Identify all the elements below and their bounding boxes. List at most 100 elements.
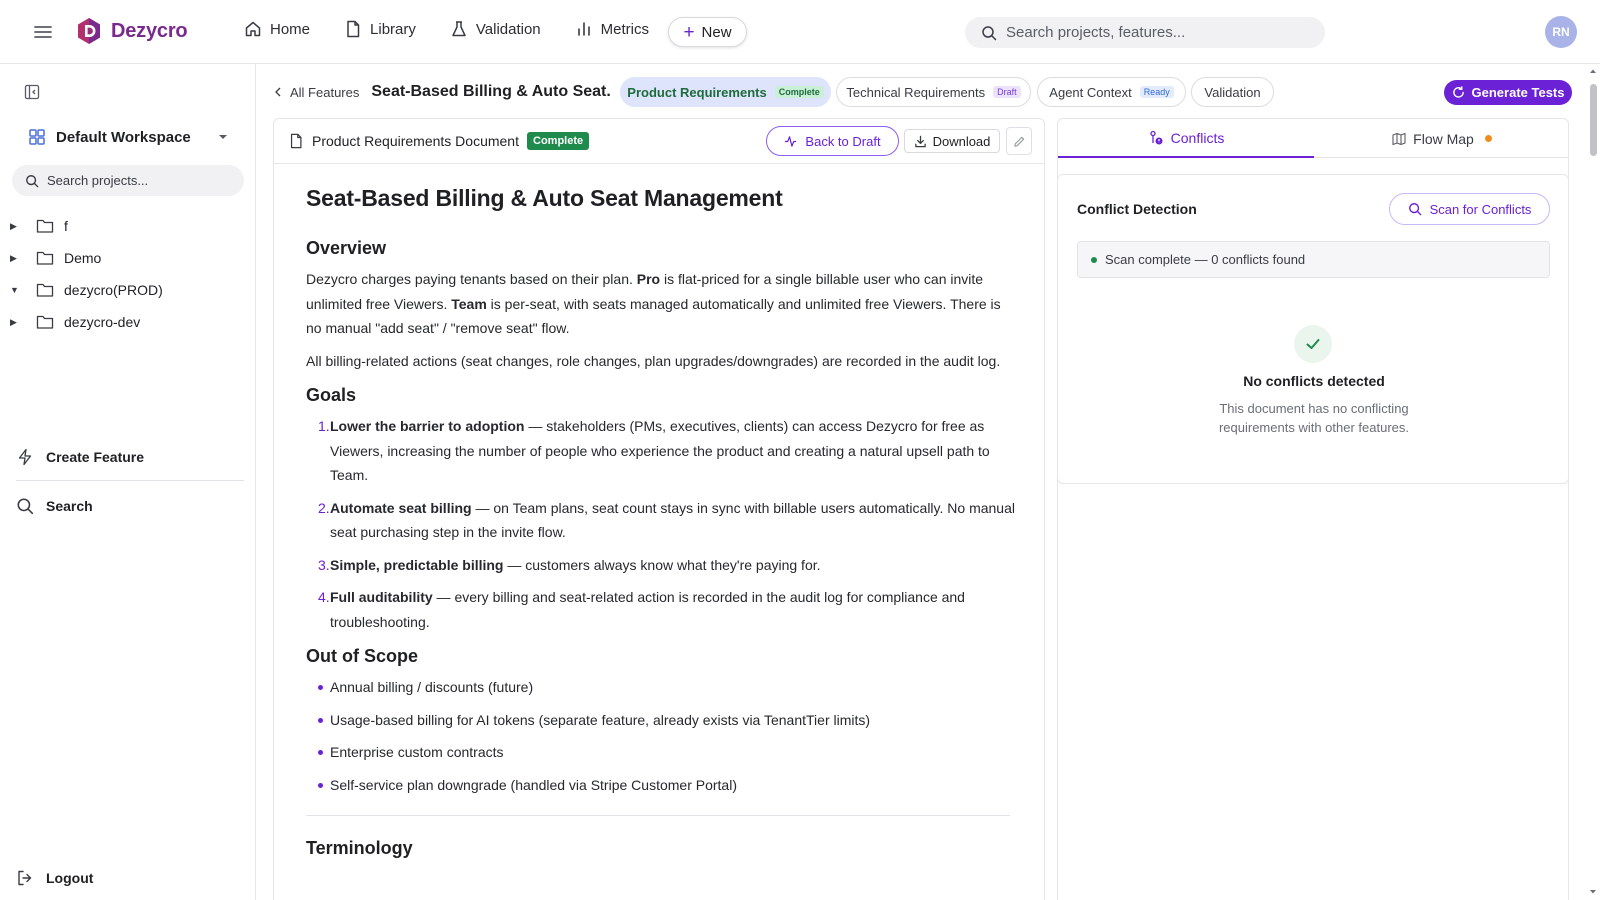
generate-tests-label: Generate Tests xyxy=(1471,85,1565,100)
project-item[interactable]: ▶ Demo xyxy=(8,242,248,274)
status-badge: Draft xyxy=(993,86,1021,98)
grid-icon xyxy=(29,129,45,145)
search-icon xyxy=(1408,203,1421,216)
search-icon xyxy=(982,25,997,40)
goal-text: — customers always know what they're pay… xyxy=(503,556,821,573)
status-badge: Ready xyxy=(1139,86,1174,98)
download-label: Download xyxy=(932,133,991,149)
list-number: 1. xyxy=(318,418,330,434)
conflict-detection-title: Conflict Detection xyxy=(1077,201,1197,217)
dezycro-logo-icon xyxy=(78,18,100,44)
bar-chart-icon xyxy=(577,22,590,36)
caret-right-icon[interactable]: ▶ xyxy=(10,253,20,264)
tab-agent-context[interactable]: Agent Context Ready xyxy=(1037,77,1186,107)
global-search-input[interactable] xyxy=(1006,24,1306,41)
sidebar-search-button[interactable]: Search xyxy=(16,497,93,515)
download-button[interactable]: Download xyxy=(904,129,1000,153)
list-number: 3. xyxy=(318,556,330,573)
nav-metrics[interactable]: Metrics xyxy=(575,20,649,38)
hamburger-menu-icon[interactable] xyxy=(32,21,54,43)
global-search[interactable] xyxy=(965,17,1325,48)
caret-right-icon[interactable]: ▶ xyxy=(10,221,20,232)
overview-paragraph-1: Dezycro charges paying tenants based on … xyxy=(306,267,1016,341)
page-scrollbar[interactable] xyxy=(1586,64,1600,900)
goals-heading: Goals xyxy=(306,385,357,405)
folder-icon xyxy=(36,315,54,329)
goal-title: Full auditability xyxy=(330,589,433,605)
new-button[interactable]: + New xyxy=(668,17,747,47)
document-content: Seat-Based Billing & Auto Seat Managemen… xyxy=(306,185,1016,867)
logout-label: Logout xyxy=(46,870,94,886)
logout-icon xyxy=(18,870,32,886)
text-run: Dezycro charges paying tenants based on … xyxy=(306,271,637,287)
project-search[interactable] xyxy=(12,165,244,196)
logout-button[interactable]: Logout xyxy=(16,869,93,887)
caret-right-icon[interactable]: ▶ xyxy=(10,317,20,328)
terminology-heading: Terminology xyxy=(306,838,413,858)
nav-library[interactable]: Library xyxy=(344,20,416,38)
tab-conflicts[interactable]: Conflicts xyxy=(1058,119,1314,158)
tab-flow-map-label: Flow Map xyxy=(1413,130,1474,147)
list-item: 3. Simple, predictable billing — customer… xyxy=(318,553,1016,578)
project-item[interactable]: ▶ dezycro-dev xyxy=(8,306,248,338)
list-number: 4. xyxy=(318,589,330,605)
project-tree: ▶ f ▶ Demo ▼ dezycro(PROD) ▶ dezycro-dev xyxy=(8,210,248,338)
back-to-draft-button[interactable]: Back to Draft xyxy=(766,126,899,156)
nav-home[interactable]: Home xyxy=(244,20,310,38)
folder-icon xyxy=(36,219,54,233)
back-to-draft-label: Back to Draft xyxy=(805,133,881,149)
project-search-input[interactable] xyxy=(47,173,237,188)
collapse-sidebar-icon[interactable] xyxy=(24,84,40,100)
section-divider xyxy=(306,815,1010,816)
goal-title: Lower the barrier to adoption xyxy=(330,418,525,434)
document-header-title: Product Requirements Document Complete xyxy=(288,132,590,150)
edit-button[interactable] xyxy=(1006,127,1032,155)
status-badge: Complete xyxy=(774,86,824,98)
status-dot xyxy=(1091,256,1097,263)
pencil-icon xyxy=(1013,136,1024,147)
tab-technical-requirements[interactable]: Technical Requirements Draft xyxy=(836,77,1031,107)
all-features-link[interactable]: All Features xyxy=(274,85,359,100)
user-avatar[interactable]: RN xyxy=(1545,16,1577,48)
project-item[interactable]: ▼ dezycro(PROD) xyxy=(8,274,248,306)
sidebar-divider xyxy=(16,480,244,481)
plus-icon: + xyxy=(683,21,695,43)
caret-down-icon[interactable]: ▼ xyxy=(10,285,20,295)
download-icon xyxy=(914,135,926,147)
tab-flow-map[interactable]: Flow Map xyxy=(1314,119,1570,158)
status-badge: Complete xyxy=(527,132,590,150)
list-item: 2. Automate seat billing — on Team plans,… xyxy=(318,496,1016,545)
list-item: 4. Full auditability — every billing and … xyxy=(318,585,1016,634)
all-features-label: All Features xyxy=(290,84,360,100)
right-panel-tabs: Conflicts Flow Map xyxy=(1057,118,1569,158)
text-run-bold: Team xyxy=(451,295,487,312)
scroll-down-icon[interactable] xyxy=(1586,887,1600,897)
folder-icon xyxy=(36,283,54,297)
tab-label: Agent Context xyxy=(1049,84,1132,100)
search-icon xyxy=(17,498,34,515)
nav-validation[interactable]: Validation xyxy=(450,20,541,38)
text-run-bold: Pro xyxy=(636,271,661,287)
list-item: Enterprise custom contracts xyxy=(318,740,1016,765)
project-label: dezycro-dev xyxy=(64,314,141,330)
nav-library-label: Library xyxy=(370,20,416,38)
scroll-up-icon[interactable] xyxy=(1586,66,1600,76)
goal-title: Automate seat billing xyxy=(330,499,472,516)
document-panel: Product Requirements Document Complete B… xyxy=(273,118,1045,900)
scrollbar-thumb[interactable] xyxy=(1590,84,1597,156)
app-name: Dezycro xyxy=(111,19,188,42)
chevron-down-icon xyxy=(219,135,227,139)
workspace-selector[interactable]: Default Workspace xyxy=(28,128,228,146)
flask-icon xyxy=(452,21,466,37)
tab-conflicts-label: Conflicts xyxy=(1170,129,1225,146)
scan-button-label: Scan for Conflicts xyxy=(1429,201,1532,217)
home-icon xyxy=(245,21,261,37)
tab-validation[interactable]: Validation xyxy=(1191,77,1274,107)
generate-tests-button[interactable]: Generate Tests xyxy=(1444,80,1572,105)
tab-product-requirements[interactable]: Product Requirements Complete xyxy=(620,77,831,107)
project-item[interactable]: ▶ f xyxy=(8,210,248,242)
app-logo[interactable]: Dezycro xyxy=(75,16,188,46)
scan-for-conflicts-button[interactable]: Scan for Conflicts xyxy=(1389,193,1550,225)
create-feature-button[interactable]: Create Feature xyxy=(16,448,144,466)
map-icon xyxy=(1392,132,1406,145)
